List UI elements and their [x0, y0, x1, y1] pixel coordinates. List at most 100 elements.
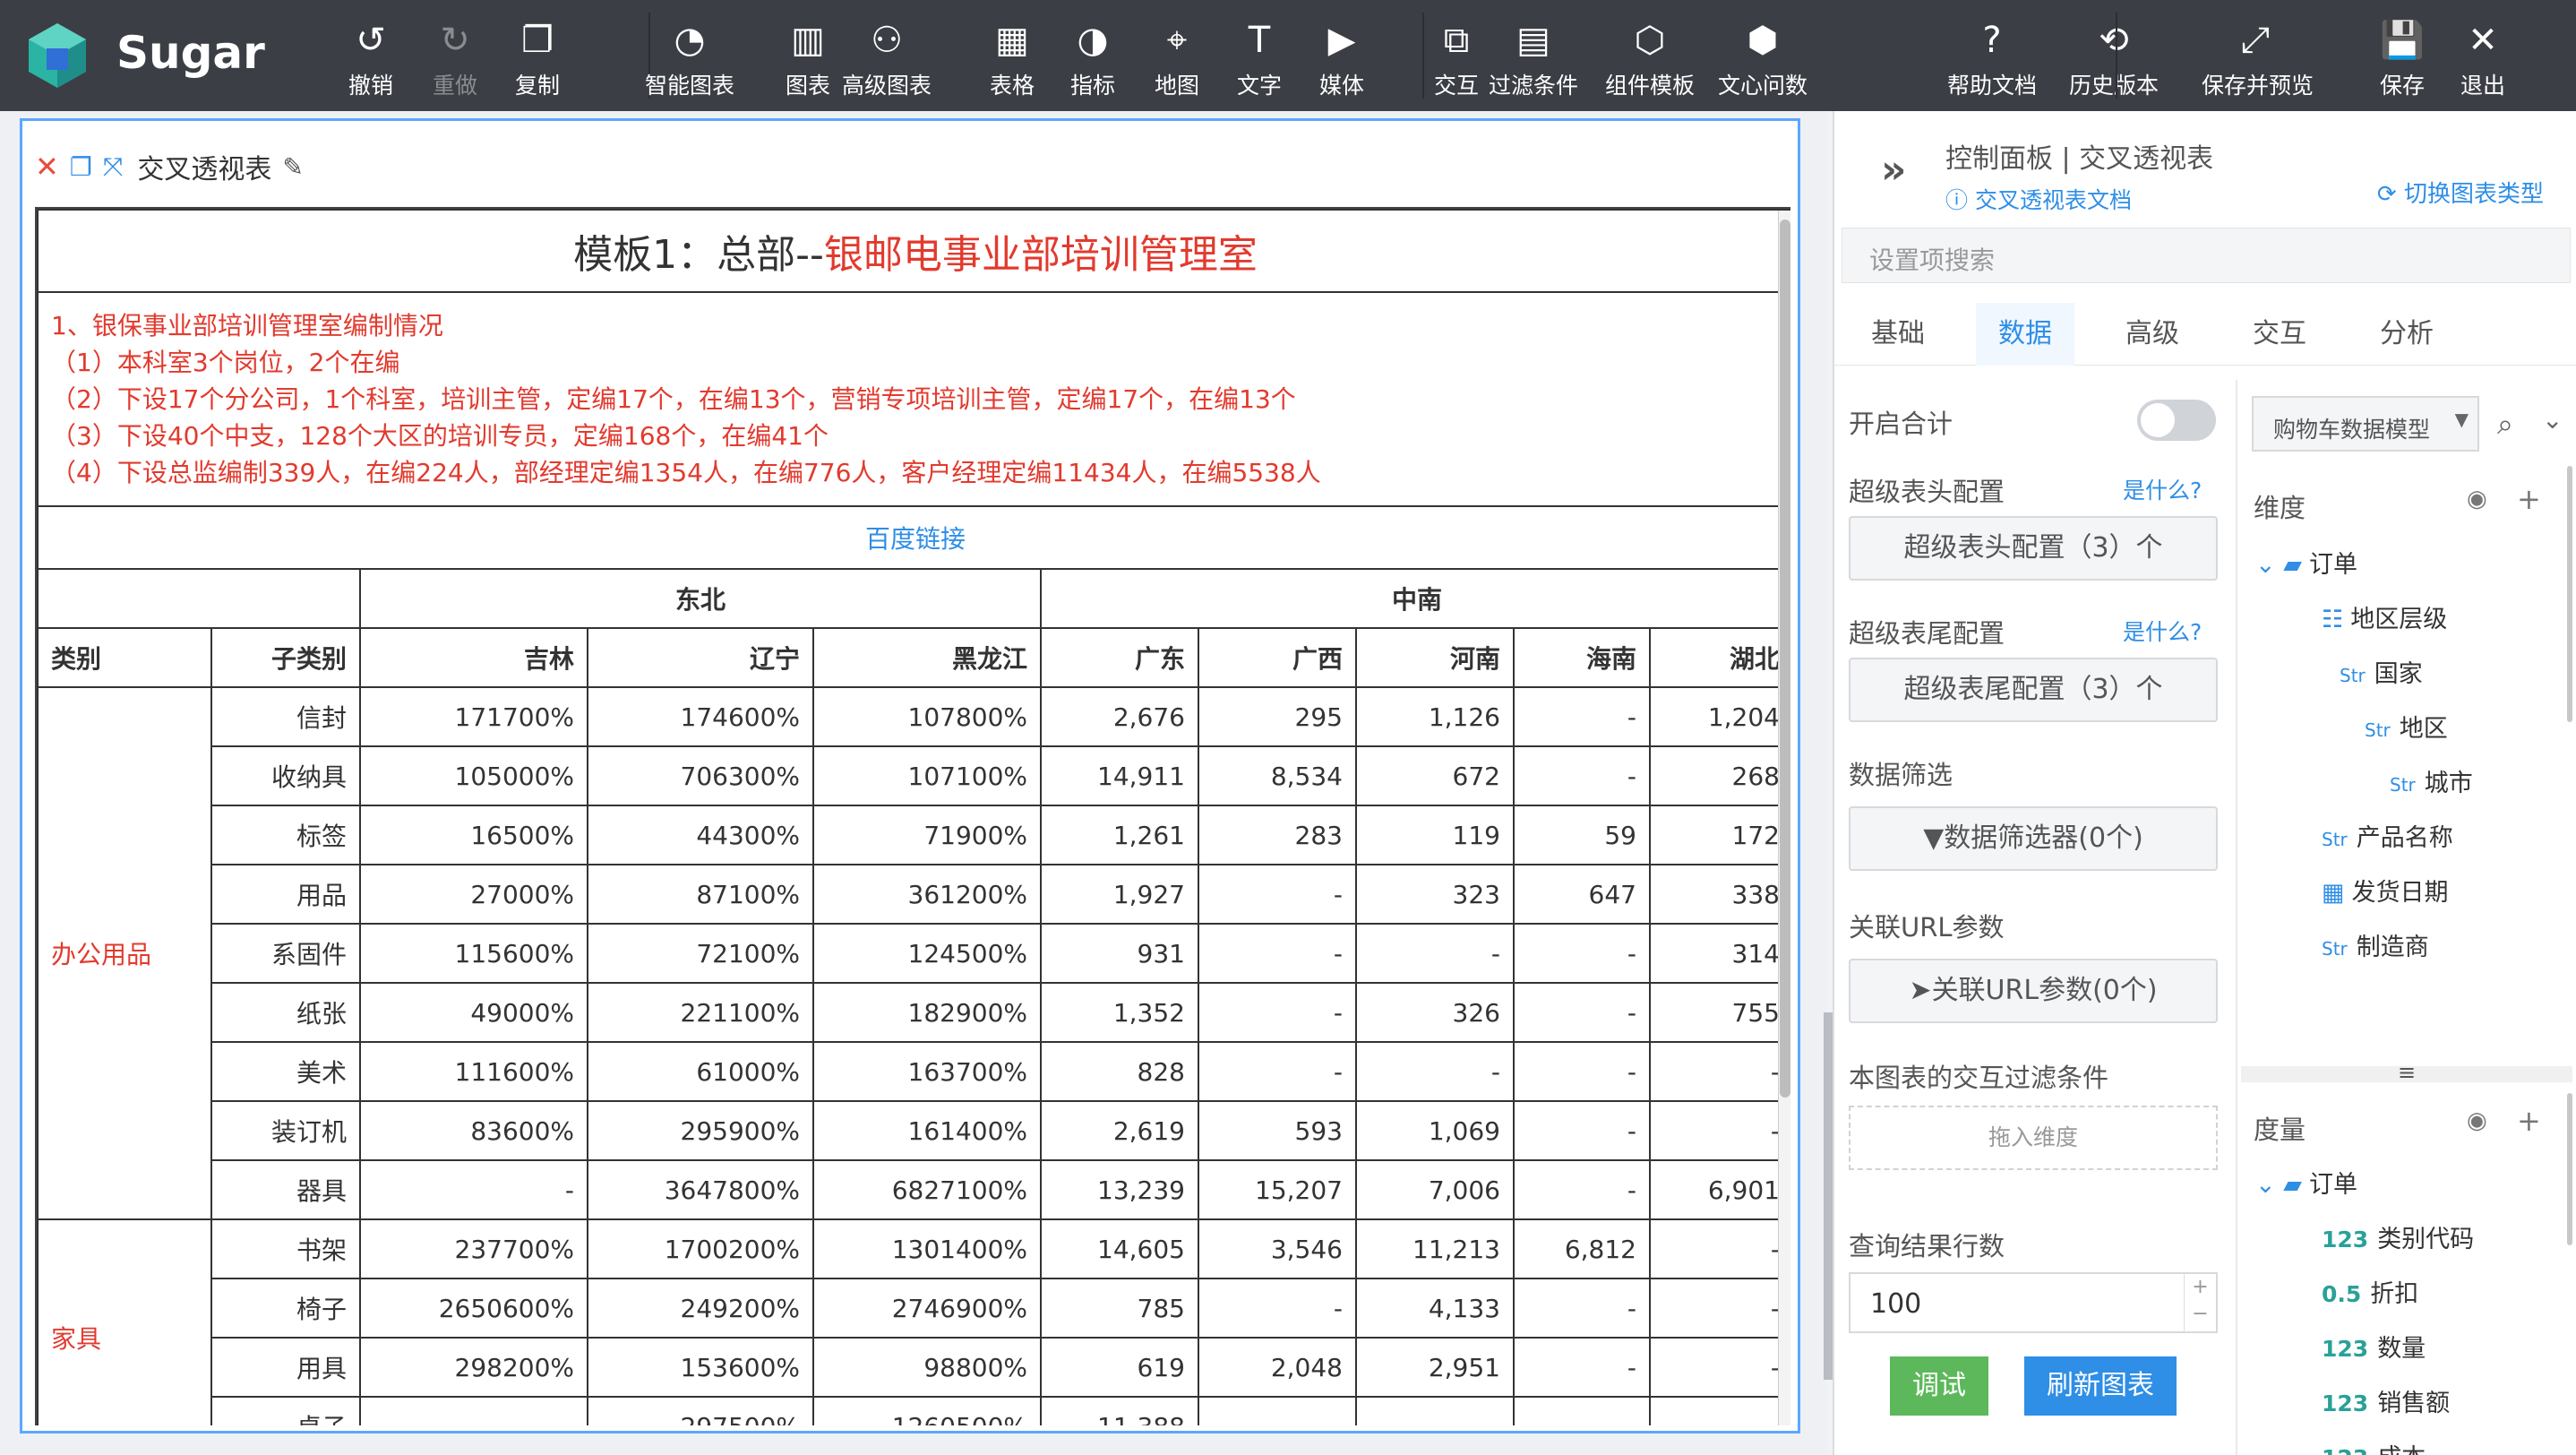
toolbar-advanced-chart-button[interactable]: ⚇ 高级图表: [833, 18, 940, 100]
tab-3[interactable]: 交互: [2230, 303, 2329, 366]
fullscreen-icon[interactable]: ⤧: [103, 151, 123, 182]
folder-open-icon: ⌄ ▰: [2255, 551, 2302, 579]
app-name: Sugar: [116, 27, 265, 79]
value-cell: -: [359, 1159, 588, 1220]
column-header[interactable]: 广东: [1040, 627, 1199, 688]
dimension-settings-icon[interactable]: ◉: [2467, 486, 2487, 512]
toolbar-filter-button[interactable]: ▤ 过滤条件: [1480, 18, 1587, 100]
add-measure-icon[interactable]: +: [2517, 1104, 2541, 1138]
baidu-link[interactable]: 百度链接: [37, 505, 1790, 570]
item-label: 发货日期: [2351, 879, 2449, 907]
value-cell: 83600%: [359, 1100, 588, 1161]
super-footer-config-button[interactable]: 超级表尾配置（3）个: [1849, 658, 2218, 722]
dimension-item[interactable]: Str 国家: [2340, 654, 2423, 689]
column-header[interactable]: 子类别: [210, 627, 361, 688]
dimension-scrollbar[interactable]: [2567, 466, 2572, 722]
settings-search-input[interactable]: 设置项搜索: [1842, 228, 2571, 283]
column-header[interactable]: 辽宁: [587, 627, 814, 688]
subcategory-cell: 用具: [210, 1337, 361, 1398]
table-notes: 1、银保事业部培训管理室编制情况 （1）本科室3个岗位，2个在编 （2）下设17个分…: [37, 291, 1790, 507]
table-scrollbar[interactable]: [1778, 211, 1790, 1425]
column-header[interactable]: 黑龙江: [812, 627, 1042, 688]
delete-icon[interactable]: ✕: [35, 150, 59, 184]
column-header[interactable]: 河南: [1355, 627, 1515, 688]
refresh-chart-button[interactable]: 刷新图表: [2024, 1356, 2177, 1416]
collapse-panel-icon[interactable]: »: [1881, 147, 1906, 193]
subcategory-cell: 纸张: [210, 982, 361, 1043]
pivot-chart-widget[interactable]: ✕ ❐ ⤧ 交叉透视表 ✎ 模板1：总部--银邮电事业部培训管理室 1、银保事业…: [20, 118, 1800, 1433]
dimension-item[interactable]: Str 地区: [2365, 709, 2448, 744]
value-cell: 107800%: [812, 686, 1042, 747]
toolbar-exit-button[interactable]: ✕ 退出: [2429, 18, 2537, 100]
measure-scrollbar[interactable]: [2567, 1093, 2572, 1245]
value-cell: 297500%: [587, 1396, 814, 1425]
super-header-help-link[interactable]: 是什么?: [2123, 473, 2202, 505]
drop-dimension-zone[interactable]: 拖入维度: [1849, 1106, 2218, 1170]
tab-2[interactable]: 高级: [2103, 303, 2202, 366]
column-header[interactable]: 海南: [1513, 627, 1651, 688]
measure-item[interactable]: 123 销售额: [2322, 1383, 2450, 1418]
column-header[interactable]: 吉林: [359, 627, 588, 688]
measure-settings-icon[interactable]: ◉: [2467, 1107, 2487, 1134]
dimension-item[interactable]: Str 制造商: [2322, 927, 2429, 962]
enable-total-label: 开启合计: [1849, 409, 1953, 439]
edit-pencil-icon[interactable]: ✎: [282, 152, 303, 182]
panel-resize-handle[interactable]: [1824, 1012, 1833, 1380]
scrollbar-thumb[interactable]: [1780, 220, 1790, 1098]
column-header[interactable]: 类别: [37, 627, 212, 688]
item-label: 类别代码: [2377, 1226, 2475, 1253]
measure-item[interactable]: 123 类别代码: [2322, 1219, 2474, 1254]
dimension-item[interactable]: ⌄ ▰ 订单: [2255, 545, 2357, 580]
url-params-button[interactable]: ➤关联URL参数(0个): [1849, 959, 2218, 1023]
enable-total-toggle[interactable]: [2137, 400, 2216, 441]
column-header[interactable]: 广西: [1198, 627, 1357, 688]
tab-1[interactable]: 数据: [1976, 303, 2074, 366]
tab-4[interactable]: 分析: [2357, 303, 2456, 366]
switch-chart-type-link[interactable]: ⟳ 切换图表类型: [2377, 176, 2544, 209]
super-header-config-button[interactable]: 超级表头配置（3）个: [1849, 516, 2218, 581]
pivot-doc-link[interactable]: ⓘ 交叉透视表文档: [1945, 183, 2132, 215]
super-footer-help-link[interactable]: 是什么?: [2123, 615, 2202, 647]
toolbar-component-template-button[interactable]: ⬡ 组件模板: [1596, 18, 1704, 100]
value-cell: 268: [1649, 745, 1790, 806]
funnel-icon: ▼: [1923, 822, 1945, 854]
dimension-item[interactable]: Str 城市: [2390, 763, 2473, 798]
result-rows-input[interactable]: 100 + −: [1849, 1272, 2218, 1333]
search-icon[interactable]: ⌕: [2497, 407, 2513, 442]
measure-item[interactable]: 123 成本: [2322, 1438, 2426, 1455]
add-dimension-icon[interactable]: +: [2517, 482, 2541, 516]
chevron-down-icon: ▼: [2454, 409, 2469, 430]
measure-item[interactable]: ⌄ ▰ 订单: [2255, 1165, 2357, 1200]
toolbar-smart-chart-button[interactable]: ◔ 智能图表: [636, 18, 743, 100]
value-cell: -: [1198, 982, 1357, 1043]
value-cell: -: [1513, 1278, 1651, 1339]
dimension-item[interactable]: Str 产品名称: [2322, 818, 2453, 853]
measure-item[interactable]: 0.5 折扣: [2322, 1274, 2418, 1309]
chevron-down-icon[interactable]: ⌄: [2542, 405, 2563, 435]
note-line: （1）本科室3个岗位，2个在编: [51, 348, 400, 377]
toolbar-help-button[interactable]: ? 帮助文档: [1938, 18, 2046, 100]
toolbar-save-preview-button[interactable]: ⤢ 保存并预览: [2202, 18, 2314, 100]
data-model-select[interactable]: 购物车数据模型 ▼: [2252, 396, 2479, 452]
debug-button[interactable]: 调试: [1890, 1356, 1988, 1416]
tab-0[interactable]: 基础: [1849, 303, 1947, 366]
toolbar-label: 文心问数: [1717, 73, 1807, 99]
dimension-item[interactable]: ☷ 地区层级: [2322, 599, 2447, 634]
value-cell: 931: [1040, 923, 1199, 984]
split-handle[interactable]: ≡: [2241, 1062, 2572, 1083]
hierarchy-icon: ☷: [2322, 606, 2344, 633]
value-cell: -: [1198, 923, 1357, 984]
data-filter-button[interactable]: ▼数据筛选器(0个): [1849, 806, 2218, 871]
result-rows-stepper[interactable]: + −: [2184, 1274, 2216, 1331]
column-header[interactable]: 湖北: [1649, 627, 1790, 688]
toolbar-copy-button[interactable]: ❐ 复制: [484, 18, 591, 100]
panel-column-divider: [2236, 380, 2237, 1455]
duplicate-icon[interactable]: ❐: [70, 152, 92, 182]
measure-item[interactable]: 123 数量: [2322, 1329, 2426, 1364]
toolbar-history-button[interactable]: ⟲ 历史版本: [2060, 18, 2168, 100]
toolbar-wenxin-button[interactable]: ⬢ 文心问数: [1709, 18, 1816, 100]
value-cell: 1,352: [1040, 982, 1199, 1043]
dimension-item[interactable]: ▦ 发货日期: [2322, 873, 2449, 908]
toolbar-media-button[interactable]: ▶ 媒体: [1288, 18, 1395, 100]
value-cell: -: [1649, 1041, 1790, 1102]
